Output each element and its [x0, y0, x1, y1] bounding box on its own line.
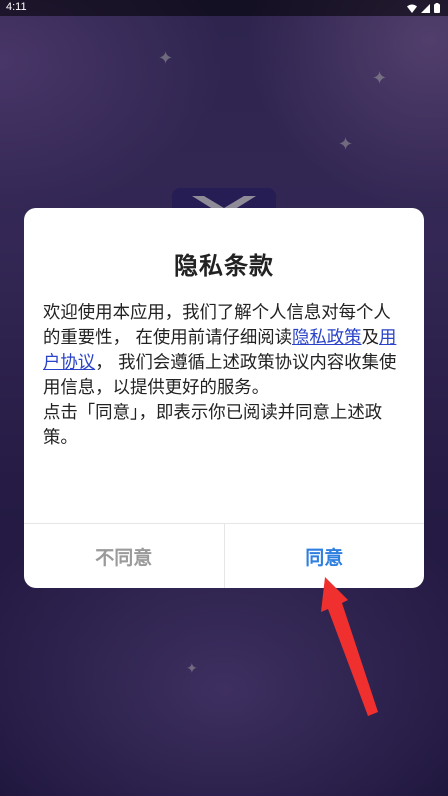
- agree-button[interactable]: 同意: [225, 524, 425, 588]
- privacy-dialog: 隐私条款 欢迎使用本应用，我们了解个人信息对每个人的重要性， 在使用前请仔细阅读…: [24, 208, 424, 588]
- privacy-collection-text: ， 我们会遵循上述政策协议内容收集使用信息，以提供更好的服务。: [43, 353, 397, 398]
- status-bar: 4:11: [0, 0, 448, 16]
- status-time: 4:11: [6, 1, 27, 13]
- privacy-policy-link[interactable]: 隐私政策: [292, 328, 362, 348]
- status-icons: [407, 3, 440, 13]
- dialog-button-row: 不同意 同意: [24, 523, 424, 588]
- battery-icon: [434, 3, 440, 13]
- dialog-body: 欢迎使用本应用，我们了解个人信息对每个人的重要性， 在使用前请仔细阅读隐私政策及…: [43, 301, 408, 451]
- dialog-title: 隐私条款: [174, 252, 274, 280]
- consent-notice-paragraph: 点击「同意」，即表示你已阅读并同意上述政策。: [43, 403, 383, 448]
- connector-text: 及: [361, 328, 379, 348]
- wifi-icon: [407, 4, 417, 13]
- signal-icon: [421, 3, 430, 13]
- disagree-button[interactable]: 不同意: [24, 524, 225, 588]
- privacy-notice-paragraph: 欢迎使用本应用，我们了解个人信息对每个人的重要性， 在使用前请仔细阅读隐私政策及…: [43, 301, 408, 401]
